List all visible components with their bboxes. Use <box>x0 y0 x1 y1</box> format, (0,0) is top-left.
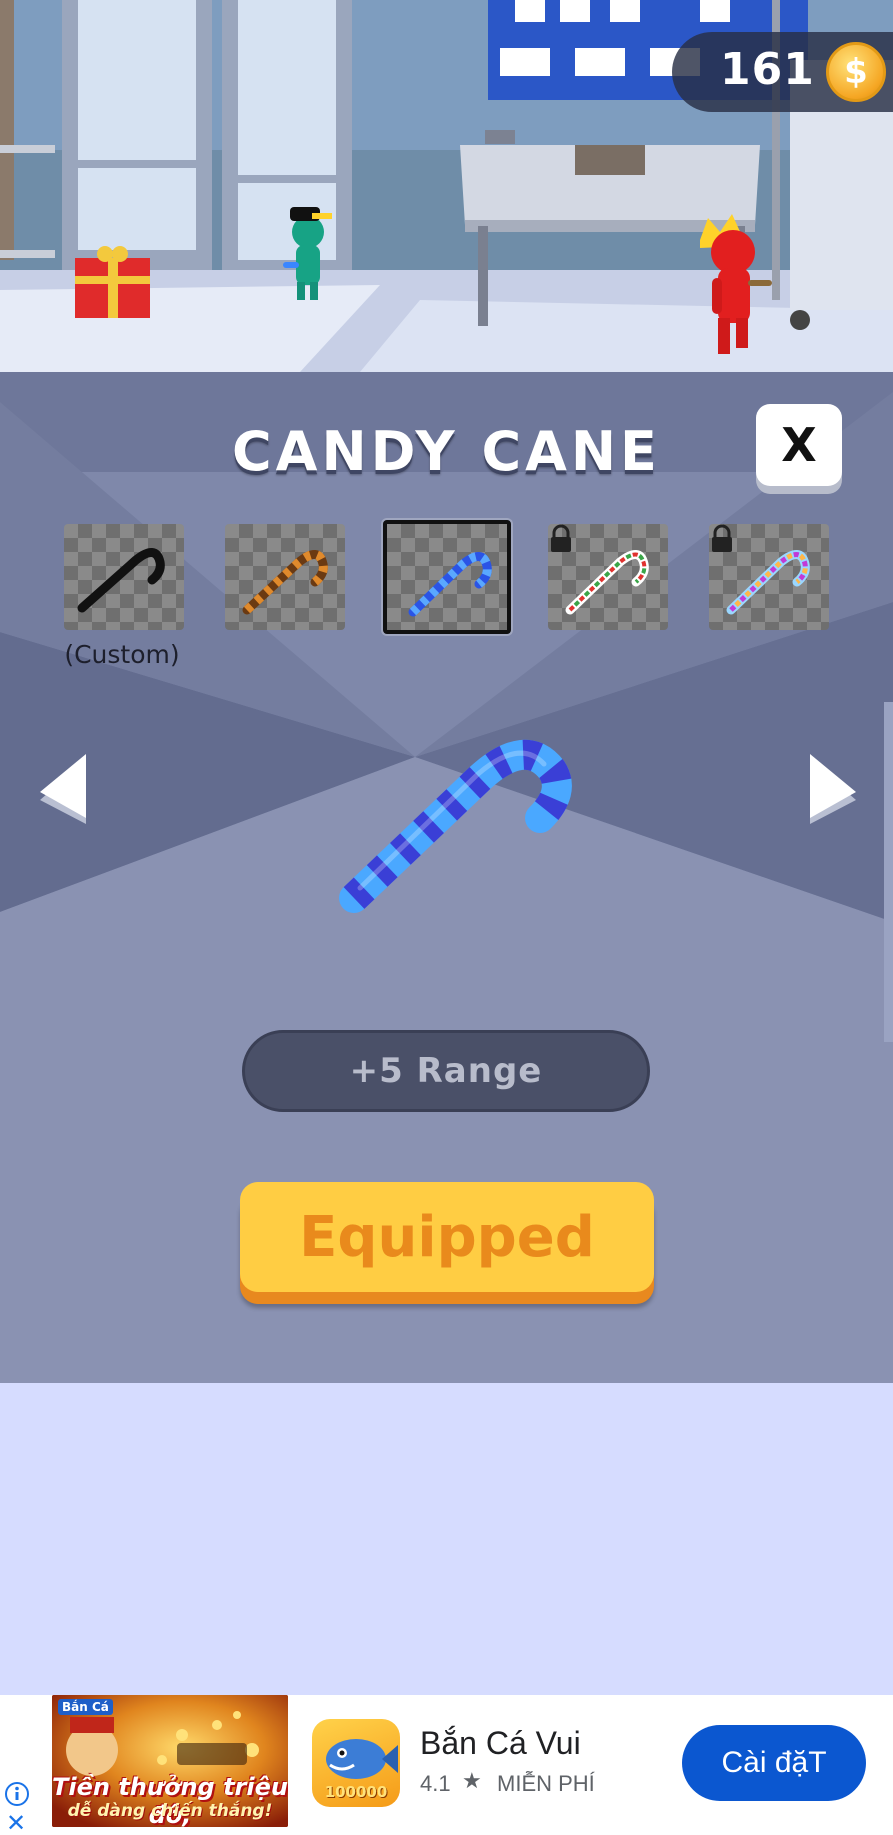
ad-close-icon[interactable]: ✕ <box>6 1809 26 1835</box>
game-scene: 161 $ <box>0 0 893 372</box>
equip-button[interactable]: Equipped <box>240 1182 654 1292</box>
arrow-left-icon <box>40 754 86 824</box>
star-icon: ★ <box>462 1769 482 1794</box>
info-icon[interactable] <box>4 1781 30 1807</box>
lock-icon <box>712 524 732 552</box>
candy-cane-icon <box>77 548 165 613</box>
ad-app-icon[interactable]: 100000 <box>312 1719 400 1807</box>
arrow-right-icon <box>810 754 856 824</box>
skin-item-christmas[interactable] <box>548 524 668 630</box>
lock-icon <box>551 524 571 552</box>
next-arrow-button[interactable] <box>806 752 866 842</box>
ad-app-icon-badge: 100000 <box>324 1783 388 1801</box>
coin-icon: $ <box>826 42 886 102</box>
skin-item-rainbow[interactable] <box>709 524 829 630</box>
ad-app-price: MIỄN PHÍ <box>497 1771 595 1796</box>
ad-app-rating: 4.1 <box>420 1771 451 1796</box>
install-button[interactable]: Cài đặT <box>682 1725 866 1801</box>
candy-cane-icon <box>242 550 328 615</box>
skin-item-brown[interactable] <box>225 524 345 630</box>
skin-label-custom: (Custom) <box>64 640 180 669</box>
skin-item-blue[interactable] <box>383 520 511 634</box>
previous-arrow-button[interactable] <box>36 752 96 842</box>
ad-app-name[interactable]: Bắn Cá Vui <box>420 1725 581 1762</box>
skin-shop-panel: CANDY CANE X (Custom) +5 Range Equipped <box>0 372 893 1383</box>
ad-banner[interactable]: Bắn Cá Tiền thưởng triệu đô, dễ dàng chi… <box>0 1695 893 1835</box>
close-button[interactable]: X <box>756 404 842 486</box>
ad-slogan-line-2: dễ dàng chiến thắng! <box>67 1801 273 1821</box>
coin-count: 161 <box>720 44 815 95</box>
candy-cane-icon <box>408 552 492 617</box>
skin-item-custom[interactable] <box>64 524 184 630</box>
skin-stat-badge: +5 Range <box>242 1030 650 1112</box>
candy-cane-preview <box>339 739 572 913</box>
ad-thumbnail[interactable]: Bắn Cá Tiền thưởng triệu đô, dễ dàng chi… <box>52 1695 288 1827</box>
ad-thumbnail-brand: Bắn Cá <box>58 1699 113 1715</box>
